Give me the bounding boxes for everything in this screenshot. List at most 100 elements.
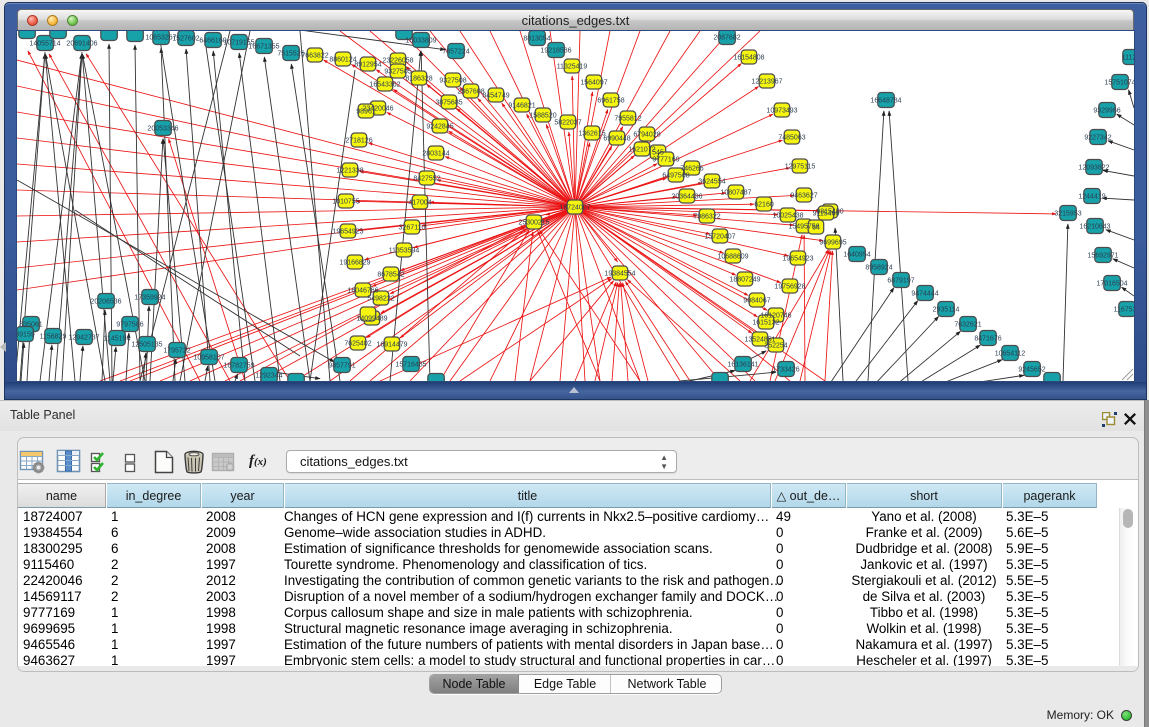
svg-text:5822037: 5822037 <box>554 120 581 127</box>
svg-text:6990448: 6990448 <box>603 136 630 143</box>
svg-text:16120746: 16120746 <box>760 313 791 320</box>
svg-text:9327508: 9327508 <box>439 78 466 85</box>
svg-text:6879197: 6879197 <box>887 278 914 285</box>
svg-text:9777169: 9777169 <box>652 157 679 164</box>
svg-text:19756928: 19756928 <box>774 284 805 291</box>
svg-text:19166829: 19166829 <box>339 260 370 267</box>
svg-text:16782759: 16782759 <box>223 363 254 370</box>
svg-text:9084067: 9084067 <box>743 298 770 305</box>
svg-text:9227342: 9227342 <box>1084 135 1111 142</box>
svg-text:11353594: 11353594 <box>389 248 420 255</box>
svg-text:20053346: 20053346 <box>147 126 178 133</box>
svg-text:2935114: 2935114 <box>933 307 960 314</box>
svg-text:39159: 39159 <box>17 332 35 339</box>
svg-text:7857224: 7857224 <box>442 49 469 56</box>
svg-text:16136141: 16136141 <box>727 362 758 369</box>
svg-text:16033809: 16033809 <box>405 38 436 45</box>
svg-text:9242845: 9242845 <box>426 124 453 131</box>
svg-text:9245652: 9245652 <box>1018 367 1045 374</box>
svg-text:11123: 11123 <box>1122 55 1134 62</box>
svg-text:10958107: 10958107 <box>193 355 224 362</box>
svg-text:20206536: 20206536 <box>90 299 121 306</box>
svg-text:25300215: 25300215 <box>518 220 549 227</box>
svg-text:8860124: 8860124 <box>329 57 356 64</box>
svg-text:8186328: 8186328 <box>405 76 432 83</box>
svg-text:16671355: 16671355 <box>248 44 279 51</box>
svg-text:10807487: 10807487 <box>720 190 751 197</box>
svg-text:2803144: 2803144 <box>422 151 449 158</box>
svg-text:3624554: 3624554 <box>698 179 725 186</box>
svg-text:9327505: 9327505 <box>384 69 411 76</box>
svg-text:1564097: 1564097 <box>580 80 607 87</box>
svg-text:8958924: 8958924 <box>865 265 892 272</box>
svg-text:7955812: 7955812 <box>614 116 641 123</box>
svg-text:1640954: 1640954 <box>843 252 870 259</box>
svg-text:15716485: 15716485 <box>395 362 426 369</box>
svg-text:1527602: 1527602 <box>172 36 199 43</box>
svg-text:9115460: 9115460 <box>813 211 840 218</box>
svg-text:16543362: 16543362 <box>369 82 400 89</box>
svg-text:7625402: 7625402 <box>344 341 371 348</box>
svg-text:19384554: 19384554 <box>604 271 635 278</box>
svg-text:12505135: 12505135 <box>131 342 162 349</box>
svg-text:14055714: 14055714 <box>29 41 60 48</box>
svg-text:12975115: 12975115 <box>785 164 816 171</box>
svg-text:16648784: 16648784 <box>870 98 901 105</box>
svg-text:16154808: 16154808 <box>733 55 764 62</box>
svg-text:5498222: 5498222 <box>367 296 394 303</box>
svg-text:3267110: 3267110 <box>399 225 426 232</box>
svg-text:1588520: 1588520 <box>529 113 556 120</box>
svg-text:10973493: 10973493 <box>766 108 797 115</box>
svg-text:16914479: 16914479 <box>376 342 407 349</box>
svg-text:1733426: 1733426 <box>772 367 799 374</box>
svg-text:1145194: 1145194 <box>104 336 131 343</box>
svg-text:17016504: 17016504 <box>1096 281 1127 288</box>
svg-text:1010755: 1010755 <box>332 199 359 206</box>
svg-text:1362615: 1362615 <box>578 131 605 138</box>
svg-text:8471676: 8471676 <box>974 336 1001 343</box>
svg-text:12213967: 12213967 <box>751 79 782 86</box>
svg-text:19654923: 19654923 <box>332 229 363 236</box>
svg-text:16210643: 16210643 <box>1079 224 1110 231</box>
svg-text:15751074: 15751074 <box>1104 80 1134 87</box>
svg-text:9329966: 9329966 <box>1093 108 1120 115</box>
svg-text:8912954: 8912954 <box>354 62 381 69</box>
svg-text:14099489: 14099489 <box>356 316 387 323</box>
svg-text:1167533: 1167533 <box>1114 307 1134 314</box>
svg-text:7986322: 7986322 <box>693 214 720 221</box>
svg-text:9463627: 9463627 <box>790 193 817 200</box>
svg-text:2867608: 2867608 <box>457 89 484 96</box>
svg-text:23226058: 23226058 <box>382 58 413 65</box>
svg-text:16046766: 16046766 <box>347 288 378 295</box>
svg-text:19218586: 19218586 <box>540 48 571 55</box>
svg-text:62160: 62160 <box>754 202 774 209</box>
svg-text:417004: 417004 <box>408 200 431 207</box>
svg-text:11325419: 11325419 <box>557 64 588 71</box>
svg-text:20691406: 20691406 <box>66 41 97 48</box>
svg-text:545: 545 <box>652 150 664 157</box>
svg-text:15720407: 15720407 <box>704 234 735 241</box>
svg-text:1244419: 1244419 <box>1078 194 1105 201</box>
svg-text:9797586: 9797586 <box>116 322 143 329</box>
svg-text:8454749: 8454749 <box>482 93 509 100</box>
svg-text:8427552: 8427552 <box>413 176 440 183</box>
svg-text:6497568: 6497568 <box>662 173 689 180</box>
svg-text:7632621: 7632621 <box>954 322 981 329</box>
svg-text:64: 64 <box>812 225 820 232</box>
svg-text:19654923: 19654923 <box>782 256 813 263</box>
svg-text:746266: 746266 <box>680 166 703 173</box>
svg-text:10654112: 10654112 <box>995 351 1026 358</box>
svg-text:12093822: 12093822 <box>1078 165 1109 172</box>
svg-text:98961: 98961 <box>356 109 376 116</box>
svg-text:1221338: 1221338 <box>336 168 363 175</box>
svg-text:1615132: 1615132 <box>752 320 779 327</box>
svg-text:10688609: 10688609 <box>717 254 748 261</box>
svg-text:20364436: 20364436 <box>671 194 702 201</box>
svg-text:18807249: 18807249 <box>729 277 760 284</box>
svg-text:15692971: 15692971 <box>1087 253 1118 260</box>
svg-text:2087682: 2087682 <box>713 35 740 42</box>
svg-text:9146821: 9146821 <box>508 103 535 110</box>
svg-text:8678542: 8678542 <box>377 272 404 279</box>
svg-text:6794028: 6794028 <box>633 132 660 139</box>
svg-text:7485063: 7485063 <box>778 135 805 142</box>
